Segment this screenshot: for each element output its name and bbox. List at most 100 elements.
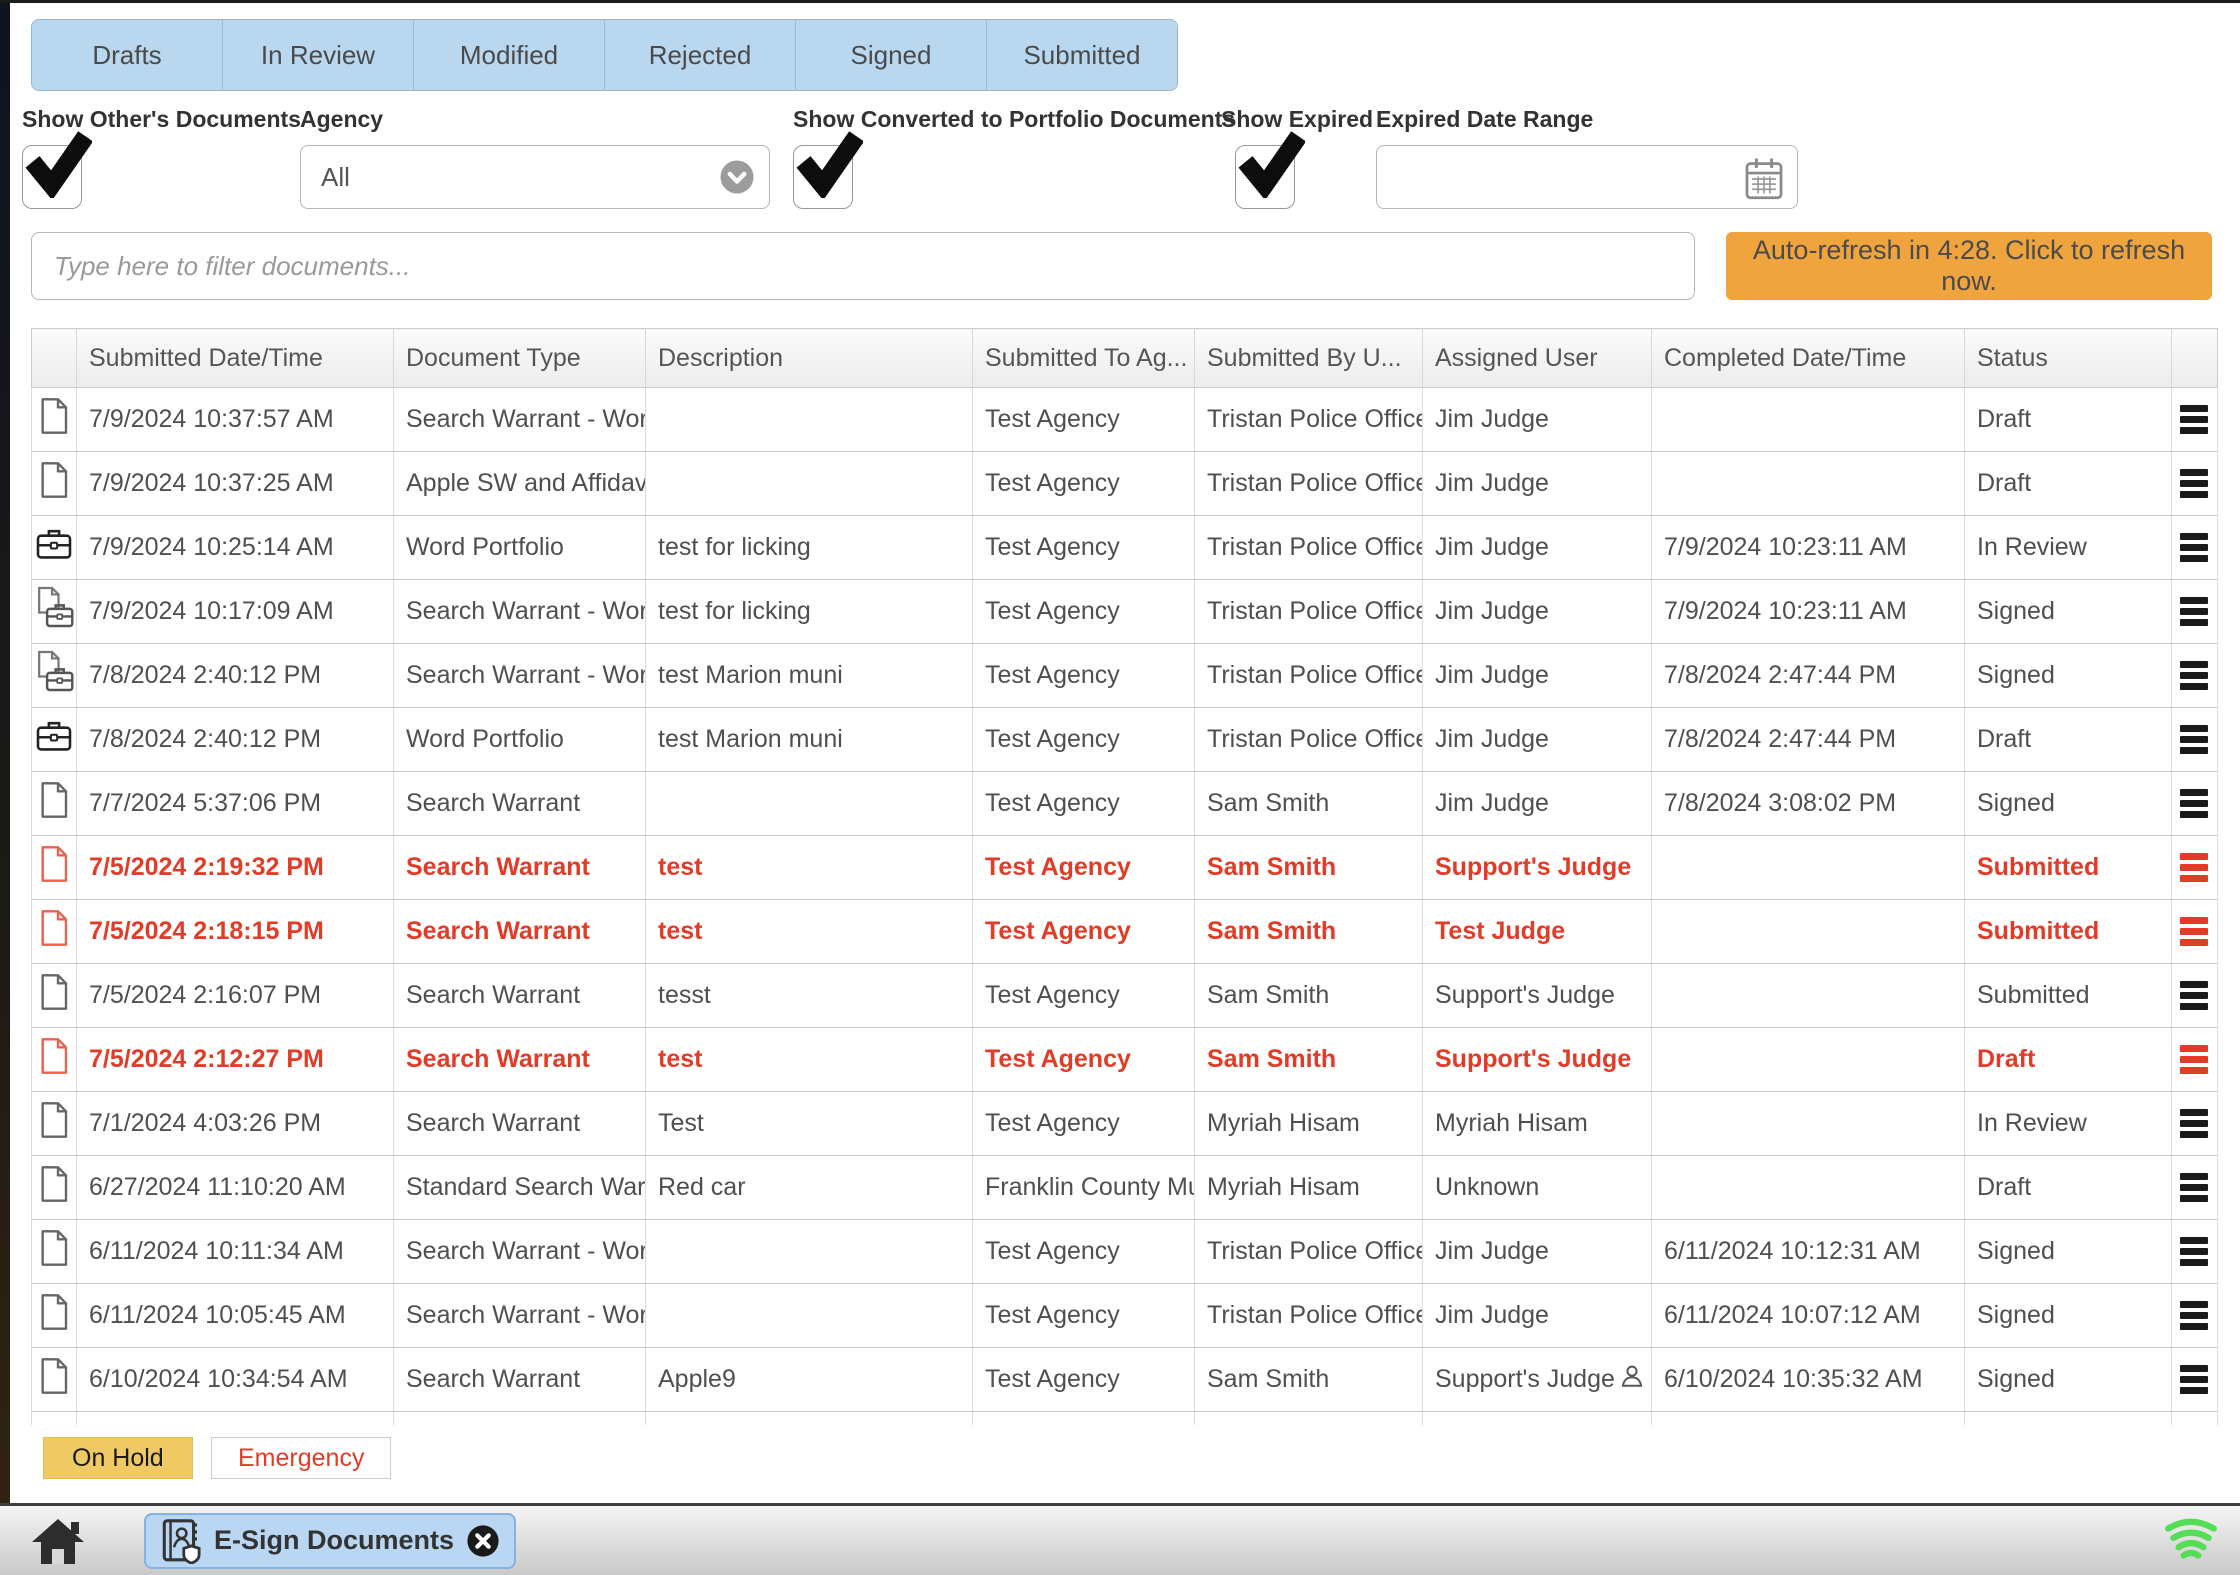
cell-assigned-user: Jim Judge	[1422, 515, 1652, 580]
row-menu-icon[interactable]	[2179, 661, 2210, 690]
row-menu-icon[interactable]	[2179, 1237, 2210, 1266]
row-menu-icon[interactable]	[2179, 1045, 2210, 1074]
esign-documents-icon	[162, 1518, 201, 1564]
cell-submitted-to-agency: Test Agency	[972, 1283, 1195, 1348]
cell-document-type: Search Warrant - Wor	[393, 1283, 646, 1348]
home-button[interactable]	[30, 1515, 86, 1567]
document-icon	[31, 835, 77, 900]
cell-completed-datetime: 7/8/2024 2:47:44 PM	[1651, 707, 1965, 772]
on-hold-button[interactable]: On Hold	[43, 1437, 193, 1479]
row-menu-icon[interactable]	[2179, 917, 2210, 946]
cell-status: In Review	[1964, 1091, 2172, 1156]
partial-cell	[1422, 1411, 1652, 1425]
row-menu-cell	[2171, 771, 2218, 836]
row-menu-icon[interactable]	[2179, 1365, 2210, 1394]
cell-description	[645, 771, 973, 836]
partial-cell	[31, 1411, 77, 1425]
checkmark-icon	[1238, 131, 1305, 198]
wifi-icon	[2164, 1518, 2218, 1564]
show-converted-checkbox[interactable]	[793, 131, 863, 209]
row-menu-icon[interactable]	[2179, 405, 2210, 434]
cell-submitted-to-agency: Test Agency	[972, 963, 1195, 1028]
cell-status: Submitted	[1964, 835, 2172, 900]
document-portfolio-icon	[31, 643, 77, 708]
row-menu-icon[interactable]	[2179, 1109, 2210, 1138]
column-header-status[interactable]: Status	[1964, 328, 2172, 388]
column-header-submitted-to-ag[interactable]: Submitted To Ag...	[972, 328, 1195, 388]
expired-range-label: Expired Date Range	[1376, 106, 1594, 132]
cell-submitted-by-user: Tristan Police Office	[1194, 643, 1423, 708]
row-menu-icon[interactable]	[2179, 981, 2210, 1010]
row-menu-icon[interactable]	[2179, 1173, 2210, 1202]
cell-document-type: Search Warrant	[393, 1347, 646, 1412]
tab-signed[interactable]: Signed	[796, 20, 987, 90]
column-header-description[interactable]: Description	[645, 328, 973, 388]
table-row: 7/9/2024 10:17:09 AM Search Warrant - Wor…	[31, 579, 2218, 644]
table-row: 7/5/2024 2:12:27 PM Search Warrant test Tes…	[31, 1027, 2218, 1092]
show-expired-label: Show Expired	[1221, 106, 1374, 132]
column-header-completed-date-time[interactable]: Completed Date/Time	[1651, 328, 1965, 388]
column-header-submitted-by-u[interactable]: Submitted By U...	[1194, 328, 1423, 388]
show-expired-checkbox[interactable]	[1235, 131, 1305, 209]
cell-submitted-by-user: Tristan Police Office	[1194, 1219, 1423, 1284]
cell-document-type: Word Portfolio	[393, 515, 646, 580]
expired-range-input[interactable]	[1376, 145, 1798, 209]
table-row: 6/10/2024 10:34:54 AM Search Warrant Apple…	[31, 1347, 2218, 1412]
column-header-assigned-user[interactable]: Assigned User	[1422, 328, 1652, 388]
cell-assigned-user: Myriah Hisam	[1422, 1091, 1652, 1156]
agency-select[interactable]: All	[300, 145, 770, 209]
cell-submitted-datetime: 7/9/2024 10:17:09 AM	[76, 579, 394, 644]
cell-submitted-to-agency: Test Agency	[972, 1091, 1195, 1156]
tab-rejected[interactable]: Rejected	[605, 20, 796, 90]
cell-description: test for licking	[645, 515, 973, 580]
esign-tab-label: E-Sign Documents	[214, 1525, 455, 1555]
tab-modified[interactable]: Modified	[414, 20, 605, 90]
auto-refresh-button[interactable]: Auto-refresh in 4:28. Click to refresh n…	[1726, 232, 2212, 300]
cell-description: tesst	[645, 963, 973, 1028]
search-input[interactable]	[31, 232, 1695, 300]
cell-submitted-datetime: 7/1/2024 4:03:26 PM	[76, 1091, 394, 1156]
show-others-checkbox[interactable]	[22, 131, 92, 209]
cell-completed-datetime: 6/11/2024 10:12:31 AM	[1651, 1219, 1965, 1284]
cell-status: Signed	[1964, 1283, 2172, 1348]
row-menu-icon[interactable]	[2179, 1301, 2210, 1330]
row-menu-icon[interactable]	[2179, 853, 2210, 882]
close-icon[interactable]	[466, 1524, 500, 1558]
cell-description: test for licking	[645, 579, 973, 644]
cell-document-type: Search Warrant - Wor	[393, 579, 646, 644]
cell-assigned-user: Jim Judge	[1422, 579, 1652, 644]
emergency-button[interactable]: Emergency	[211, 1437, 392, 1479]
taskbar: E-Sign Documents	[0, 1503, 2240, 1575]
row-menu-cell	[2171, 1219, 2218, 1284]
table-row: 7/9/2024 10:25:14 AM Word Portfolio test f…	[31, 515, 2218, 580]
cell-description	[645, 387, 973, 452]
row-menu-icon[interactable]	[2179, 725, 2210, 754]
row-menu-icon[interactable]	[2179, 597, 2210, 626]
cell-submitted-to-agency: Test Agency	[972, 1219, 1195, 1284]
row-menu-icon[interactable]	[2179, 789, 2210, 818]
esign-documents-tab[interactable]: E-Sign Documents	[144, 1512, 517, 1569]
cell-description	[645, 1283, 973, 1348]
calendar-icon[interactable]	[1743, 156, 1785, 207]
cell-submitted-to-agency: Franklin County Mu	[972, 1155, 1195, 1220]
cell-submitted-datetime: 7/5/2024 2:12:27 PM	[76, 1027, 394, 1092]
cell-document-type: Standard Search War	[393, 1155, 646, 1220]
cell-submitted-datetime: 6/11/2024 10:11:34 AM	[76, 1219, 394, 1284]
row-menu-icon[interactable]	[2179, 469, 2210, 498]
tab-drafts[interactable]: Drafts	[32, 20, 223, 90]
document-icon	[31, 1155, 77, 1220]
column-header-document-type[interactable]: Document Type	[393, 328, 646, 388]
column-header-blank	[31, 328, 77, 388]
tab-in-review[interactable]: In Review	[223, 20, 414, 90]
column-header-submitted-date-time[interactable]: Submitted Date/Time	[76, 328, 394, 388]
row-menu-icon[interactable]	[2179, 533, 2210, 562]
cell-submitted-by-user: Sam Smith	[1194, 963, 1423, 1028]
cell-submitted-to-agency: Test Agency	[972, 1347, 1195, 1412]
cell-assigned-user: Support's Judge	[1422, 963, 1652, 1028]
cell-submitted-by-user: Tristan Police Office	[1194, 1283, 1423, 1348]
cell-document-type: Search Warrant	[393, 1091, 646, 1156]
table-row-partial	[31, 1411, 2218, 1425]
cell-submitted-datetime: 6/10/2024 10:34:54 AM	[76, 1347, 394, 1412]
cell-submitted-datetime: 7/9/2024 10:37:57 AM	[76, 387, 394, 452]
tab-submitted[interactable]: Submitted	[987, 20, 1177, 90]
